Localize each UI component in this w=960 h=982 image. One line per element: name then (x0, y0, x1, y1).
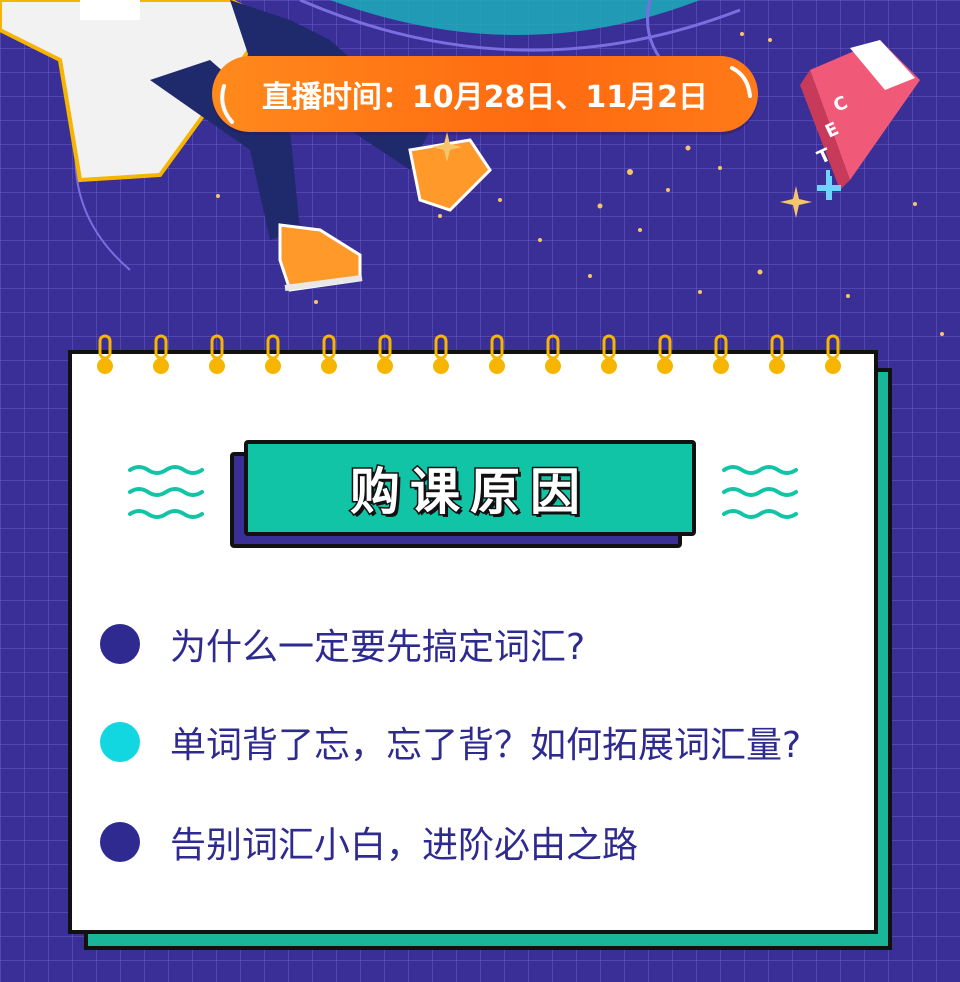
title-banner: 购课原因 (244, 440, 696, 536)
ring-icon (825, 334, 841, 374)
bullet-dot (100, 624, 140, 664)
ring-icon (489, 334, 505, 374)
wave-decoration-left (128, 465, 204, 519)
list-item-text: 告别词汇小白，进阶必由之路 (170, 825, 639, 866)
star-dots (216, 32, 944, 336)
list-item: 为什么一定要先搞定词汇? (100, 614, 585, 674)
wave-decoration-right (722, 465, 798, 519)
bullet-dot (100, 822, 140, 862)
ring-icon (433, 334, 449, 374)
ring-icon (321, 334, 337, 374)
ring-icon (713, 334, 729, 374)
ring-icon (153, 334, 169, 374)
list-item: 告别词汇小白，进阶必由之路 (100, 812, 638, 872)
bullet-dot (100, 722, 140, 762)
ring-icon (601, 334, 617, 374)
ring-icon (377, 334, 393, 374)
list-item: 单词背了忘，忘了背？如何拓展词汇量? (100, 712, 801, 772)
ring-icon (97, 334, 113, 374)
ring-icon (209, 334, 225, 374)
ring-icon (545, 334, 561, 374)
ring-icon (265, 334, 281, 374)
card-title: 购课原因 (349, 462, 590, 523)
ring-icon (769, 334, 785, 374)
list-item-text: 单词背了忘，忘了背？如何拓展词汇量? (170, 725, 802, 766)
ring-icon (657, 334, 673, 374)
list-item-text: 为什么一定要先搞定词汇? (170, 627, 586, 668)
poster: 直播时间：10月28日、11月2日 C E T 购课原因 为什么一定要先搞定词汇… (0, 0, 960, 982)
